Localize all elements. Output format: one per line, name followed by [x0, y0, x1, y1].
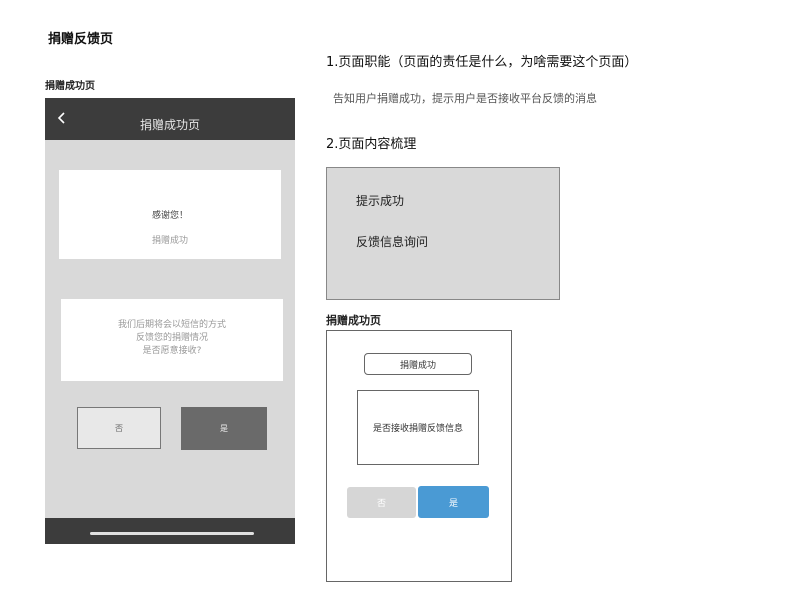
wireframe-yes-button[interactable]: 是: [418, 486, 489, 518]
wireframe-success-pill: 捐赠成功: [364, 353, 472, 375]
home-indicator[interactable]: [90, 532, 254, 535]
no-button[interactable]: 否: [77, 407, 161, 449]
content-outline-box: 提示成功 反馈信息询问: [326, 167, 560, 300]
wireframe-no-button[interactable]: 否: [347, 487, 416, 518]
feedback-line: 反馈您的捐赠情况: [135, 333, 208, 343]
thanks-text: 感谢您！: [151, 211, 188, 221]
yes-button[interactable]: 是: [181, 407, 267, 450]
phone-nav-bar: 捐赠成功页: [45, 98, 295, 140]
wireframe-frame: 捐赠成功 是否接收捐赠反馈信息 否 是: [326, 330, 512, 582]
phone-mockup: 捐赠成功页 感谢您！ 捐赠成功 我们后期将会以短信的方式 反馈您的捐赠情况 是否…: [45, 98, 295, 544]
section1-heading: 1.页面职能（页面的责任是什么，为啥需要这个页面）: [326, 55, 638, 70]
mockup-label: 捐赠成功页: [45, 81, 95, 92]
wireframe-question-box: 是否接收捐赠反馈信息: [357, 390, 479, 465]
success-card: 感谢您！ 捐赠成功: [59, 170, 281, 259]
page-title: 捐赠反馈页: [48, 32, 114, 47]
wireframe-label: 捐赠成功页: [326, 314, 381, 327]
section1-description: 告知用户捐赠成功，提示用户是否接收平台反馈的消息: [333, 92, 597, 105]
content-item: 反馈信息询问: [356, 235, 429, 249]
phone-nav-title: 捐赠成功页: [139, 118, 200, 132]
feedback-line: 是否愿意接收?: [142, 346, 202, 356]
section2-heading: 2.页面内容梳理: [326, 137, 417, 152]
phone-bottom-bar: [45, 518, 295, 544]
feedback-line: 我们后期将会以短信的方式: [117, 320, 226, 330]
success-status-text: 捐赠成功: [151, 236, 188, 246]
content-item: 提示成功: [356, 194, 405, 208]
feedback-question-card: 我们后期将会以短信的方式 反馈您的捐赠情况 是否愿意接收?: [61, 299, 283, 381]
